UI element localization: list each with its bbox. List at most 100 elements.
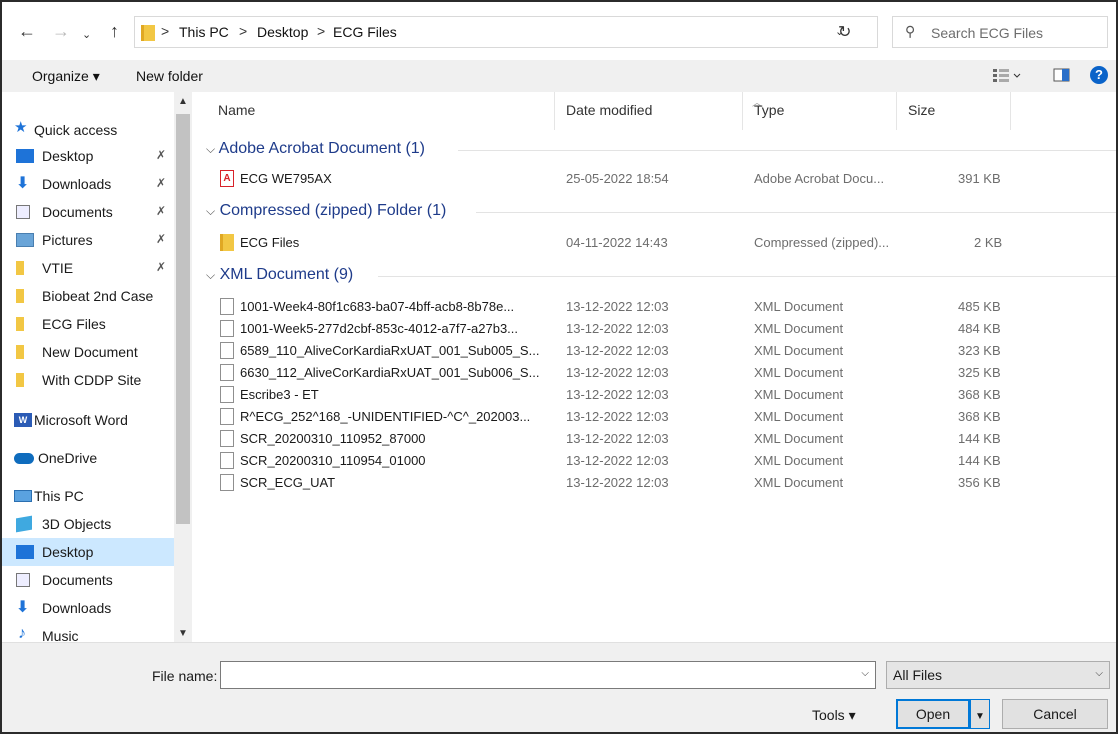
nav-item-this-pc[interactable]: This PC	[2, 482, 174, 510]
nav-item-new-document[interactable]: New Document	[2, 338, 174, 366]
file-row[interactable]: 6630_112_AliveCorKardiaRxUAT_001_Sub006_…	[192, 362, 1116, 384]
file-name-field[interactable]: ⌵	[220, 661, 876, 689]
tools-button[interactable]: Tools ▾	[812, 707, 856, 724]
nav-item-documents[interactable]: Documents	[2, 566, 174, 594]
file-row[interactable]: Escribe3 - ET 13-12-2022 12:03 XML Docum…	[192, 384, 1116, 406]
pictures-icon	[16, 233, 34, 247]
column-header-name[interactable]: Name	[218, 102, 255, 118]
column-header-type[interactable]: Type	[754, 102, 784, 118]
cancel-button[interactable]: Cancel	[1002, 699, 1108, 729]
file-name-label: File name:	[152, 668, 218, 684]
address-row: ← → ⌄ ↑ > This PC > Desktop > ECG Files …	[2, 2, 1116, 60]
file-row[interactable]: SCR_20200310_110954_01000 13-12-2022 12:…	[192, 450, 1116, 472]
document-icon	[220, 408, 234, 425]
chevron-down-icon[interactable]: ⌵	[861, 668, 869, 679]
desktop-icon	[16, 149, 34, 163]
pin-icon: ✗	[156, 260, 167, 274]
file-type-select[interactable]: All Files ⌵	[886, 661, 1110, 689]
crumb-separator-icon: >	[317, 23, 326, 39]
nav-item-biobeat[interactable]: Biobeat 2nd Case	[2, 282, 174, 310]
address-bar[interactable]: > This PC > Desktop > ECG Files ⌄	[134, 16, 878, 48]
collapse-chevron-icon[interactable]: ⌵	[206, 142, 215, 156]
recent-locations-chevron-icon[interactable]: ⌄	[82, 26, 91, 44]
column-divider[interactable]	[896, 92, 897, 130]
breadcrumb-this-pc[interactable]: This PC	[179, 24, 229, 40]
nav-item-desktop[interactable]: Desktop	[2, 538, 174, 566]
pin-icon: ✗	[156, 232, 167, 246]
nav-item-quick-access[interactable]: ★ Quick access	[2, 114, 174, 142]
folder-icon	[16, 373, 24, 387]
organize-button[interactable]: Organize ▾	[32, 68, 100, 85]
documents-icon	[16, 205, 30, 219]
nav-item-documents-pinned[interactable]: Documents ✗	[2, 198, 174, 226]
file-row[interactable]: R^ECG_252^168_-UNIDENTIFIED-^C^_202003..…	[192, 406, 1116, 428]
group-header-zip[interactable]: ⌵ Compressed (zipped) Folder (1)	[206, 202, 446, 220]
chevron-down-icon[interactable]: ⌵	[1095, 668, 1103, 679]
pin-icon: ✗	[156, 176, 167, 190]
back-arrow-icon[interactable]: ←	[18, 22, 36, 40]
nav-item-downloads[interactable]: ⬇ Downloads	[2, 594, 174, 622]
nav-item-vtie[interactable]: VTIE ✗	[2, 254, 174, 282]
cube-icon	[16, 515, 32, 533]
nav-item-desktop-pinned[interactable]: Desktop ✗	[2, 142, 174, 170]
group-header-xml[interactable]: ⌵ XML Document (9)	[206, 266, 353, 284]
download-icon: ⬇	[16, 599, 30, 616]
document-icon	[220, 320, 234, 337]
nav-item-cddp[interactable]: With CDDP Site	[2, 366, 174, 394]
refresh-icon[interactable]: ↻	[838, 22, 851, 42]
file-row[interactable]: ECG Files 04-11-2022 14:43 Compressed (z…	[192, 232, 1116, 254]
nav-item-3d-objects[interactable]: 3D Objects	[2, 510, 174, 538]
column-header-date[interactable]: Date modified	[566, 102, 652, 118]
file-row[interactable]: 1001-Week5-277d2cbf-853c-4012-a7f7-a27b3…	[192, 318, 1116, 340]
nav-scrollbar-thumb[interactable]	[176, 114, 190, 524]
documents-icon	[16, 573, 30, 587]
folder-icon	[16, 317, 24, 331]
file-row[interactable]: SCR_20200310_110952_87000 13-12-2022 12:…	[192, 428, 1116, 450]
nav-scrollbar[interactable]: ▲ ▼	[174, 92, 192, 642]
new-folder-button[interactable]: New folder	[136, 68, 203, 84]
search-input[interactable]: ⚲ Search ECG Files	[892, 16, 1108, 48]
file-row[interactable]: SCR_ECG_UAT 13-12-2022 12:03 XML Documen…	[192, 472, 1116, 494]
file-list: Name Date modified ︿ Type Size ⌵ Adobe A…	[192, 92, 1116, 642]
nav-item-onedrive[interactable]: OneDrive	[2, 444, 174, 472]
nav-item-pictures-pinned[interactable]: Pictures ✗	[2, 226, 174, 254]
scroll-up-arrow-icon[interactable]: ▲	[178, 96, 188, 107]
word-icon: W	[14, 413, 32, 427]
preview-pane-icon[interactable]	[1052, 66, 1072, 87]
help-icon[interactable]: ?	[1090, 66, 1108, 84]
breadcrumb-desktop[interactable]: Desktop	[257, 24, 308, 40]
pin-icon: ✗	[156, 148, 167, 162]
open-button[interactable]: Open	[896, 699, 970, 729]
nav-item-downloads-pinned[interactable]: ⬇ Downloads ✗	[2, 170, 174, 198]
file-row[interactable]: 6589_110_AliveCorKardiaRxUAT_001_Sub005_…	[192, 340, 1116, 362]
crumb-separator-icon: >	[239, 23, 248, 39]
nav-item-music[interactable]: ♪ Music	[2, 622, 174, 642]
view-options-icon[interactable]	[992, 66, 1022, 87]
open-options-dropdown[interactable]: ▼	[970, 699, 990, 729]
file-row[interactable]: 1001-Week4-80f1c683-ba07-4bff-acb8-8b78e…	[192, 296, 1116, 318]
pc-icon	[14, 490, 32, 502]
collapse-chevron-icon[interactable]: ⌵	[206, 204, 215, 218]
download-icon: ⬇	[16, 175, 30, 192]
forward-arrow-icon[interactable]: →	[52, 22, 70, 40]
breadcrumb-ecg-files[interactable]: ECG Files	[333, 24, 397, 40]
group-divider	[378, 276, 1116, 277]
group-header-pdf[interactable]: ⌵ Adobe Acrobat Document (1)	[206, 140, 425, 158]
nav-item-ecg-files[interactable]: ECG Files	[2, 310, 174, 338]
folder-icon	[16, 261, 24, 275]
search-placeholder: Search ECG Files	[931, 25, 1044, 41]
document-icon	[220, 386, 234, 403]
scroll-down-arrow-icon[interactable]: ▼	[178, 628, 188, 639]
column-divider[interactable]	[742, 92, 743, 130]
column-divider[interactable]	[1010, 92, 1011, 130]
collapse-chevron-icon[interactable]: ⌵	[206, 268, 215, 282]
document-icon	[220, 342, 234, 359]
command-toolbar: Organize ▾ New folder ?	[2, 60, 1116, 92]
nav-item-microsoft-word[interactable]: W Microsoft Word	[2, 406, 174, 434]
file-open-dialog: ← → ⌄ ↑ > This PC > Desktop > ECG Files …	[0, 0, 1118, 734]
column-header-size[interactable]: Size	[908, 102, 935, 118]
column-divider[interactable]	[554, 92, 555, 130]
zip-folder-icon	[220, 234, 234, 251]
up-arrow-icon[interactable]: ↑	[110, 22, 119, 40]
file-row[interactable]: A ECG WE795AX 25-05-2022 18:54 Adobe Acr…	[192, 168, 1116, 190]
